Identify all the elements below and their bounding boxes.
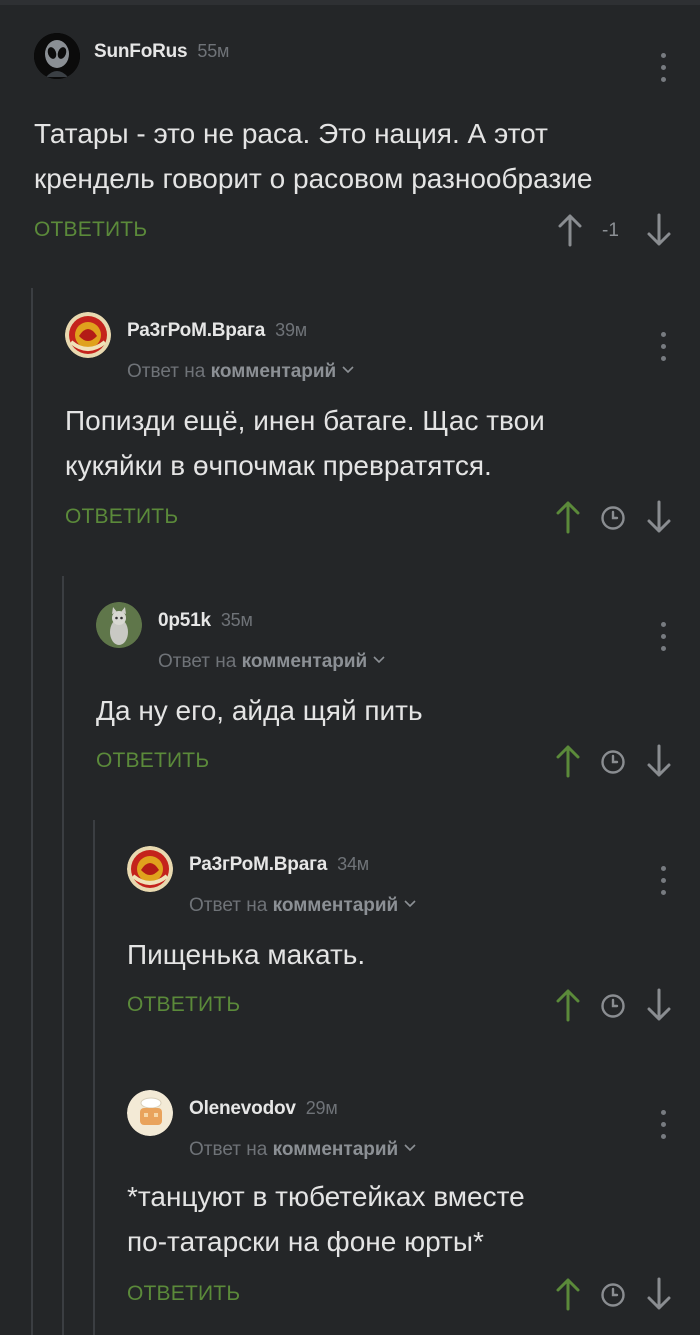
downvote-arrow-icon[interactable] <box>646 987 672 1023</box>
upvote-arrow-icon[interactable] <box>555 987 581 1023</box>
thread-line <box>93 820 95 1335</box>
comment-time: 29м <box>305 1098 338 1118</box>
clock-icon[interactable] <box>600 1282 626 1308</box>
comment-text: Пищенька макать. <box>127 939 366 970</box>
reply-button[interactable]: ОТВЕТИТЬ <box>34 218 147 242</box>
comment-text: *танцуют в тюбетейках вместе по-татарски… <box>127 1181 525 1257</box>
thread-line <box>62 576 64 1335</box>
comment: Ра3гРоМ.Врага 39м Ответ на комментарий По… <box>65 312 700 542</box>
reply-to-link[interactable]: Ответ на комментарий <box>189 892 416 917</box>
comment: SunFoRus 55м Татары - это не раса. Это на… <box>34 33 700 263</box>
downvote-arrow-icon[interactable] <box>646 743 672 779</box>
comment-actions: ОТВЕТИТЬ <box>96 743 700 783</box>
thread-line <box>31 288 33 1335</box>
reply-button[interactable]: ОТВЕТИТЬ <box>96 749 209 773</box>
reply-to-link[interactable]: Ответ на комментарий <box>189 1136 416 1161</box>
comment-time: 35м <box>220 610 253 630</box>
comment-time: 39м <box>275 320 307 340</box>
reply-to-link[interactable]: Ответ на комментарий <box>158 648 385 673</box>
clock-icon[interactable] <box>600 993 626 1019</box>
cartoon-avatar[interactable] <box>127 1090 173 1136</box>
downvote-arrow-icon[interactable] <box>646 1276 672 1312</box>
clock-icon[interactable] <box>600 749 626 775</box>
comment-time: 55м <box>197 41 230 61</box>
upvote-arrow-icon[interactable] <box>555 743 581 779</box>
upvote-arrow-icon[interactable] <box>557 212 583 248</box>
comment-actions: ОТВЕТИТЬ <box>127 1276 700 1316</box>
red-emblem-avatar[interactable] <box>65 312 111 358</box>
cat-avatar[interactable] <box>96 602 142 648</box>
comment-author[interactable]: 0p51k 35м <box>158 610 253 632</box>
more-options-icon[interactable] <box>656 1110 670 1144</box>
alien-avatar[interactable] <box>34 33 80 79</box>
chevron-down-icon <box>404 1136 416 1158</box>
top-divider <box>0 0 700 5</box>
chevron-down-icon <box>342 358 354 380</box>
more-options-icon[interactable] <box>656 53 670 87</box>
more-options-icon[interactable] <box>656 866 670 900</box>
red-emblem-avatar[interactable] <box>127 846 173 892</box>
comment-text: Попизди ещё, инен батаге. Щас твои кукяй… <box>65 405 545 481</box>
clock-icon[interactable] <box>600 505 626 531</box>
reply-button[interactable]: ОТВЕТИТЬ <box>127 1282 240 1306</box>
comment-author[interactable]: Ра3гРоМ.Врага 34м <box>189 854 369 876</box>
downvote-arrow-icon[interactable] <box>646 499 672 535</box>
more-options-icon[interactable] <box>656 622 670 656</box>
comment-author[interactable]: Ра3гРоМ.Врага 39м <box>127 320 307 342</box>
chevron-down-icon <box>404 892 416 914</box>
upvote-arrow-icon[interactable] <box>555 499 581 535</box>
comment-text: Да ну его, айда щяй пить <box>96 695 423 726</box>
reply-button[interactable]: ОТВЕТИТЬ <box>65 505 178 529</box>
comment-actions: ОТВЕТИТЬ <box>127 987 700 1027</box>
reply-to-link[interactable]: Ответ на комментарий <box>127 358 354 383</box>
comment-actions: ОТВЕТИТЬ -1 <box>34 212 700 252</box>
downvote-arrow-icon[interactable] <box>646 212 672 248</box>
comment-time: 34м <box>337 854 369 874</box>
more-options-icon[interactable] <box>656 332 670 366</box>
comment: 0p51k 35м Ответ на комментарий Да ну его,… <box>96 602 700 802</box>
chevron-down-icon <box>373 648 385 670</box>
comment-text: Татары - это не раса. Это нация. А этот … <box>34 118 593 194</box>
upvote-arrow-icon[interactable] <box>555 1276 581 1312</box>
comment-actions: ОТВЕТИТЬ <box>65 499 700 539</box>
comment: Ра3гРоМ.Врага 34м Ответ на комментарий Пи… <box>127 846 700 1046</box>
comment-author[interactable]: SunFoRus 55м <box>94 41 229 63</box>
comment-rating: -1 <box>602 220 619 241</box>
reply-button[interactable]: ОТВЕТИТЬ <box>127 993 240 1017</box>
comment: Olenevodov 29м Ответ на комментарий *танц… <box>127 1090 700 1330</box>
comment-author[interactable]: Olenevodov 29м <box>189 1098 338 1120</box>
